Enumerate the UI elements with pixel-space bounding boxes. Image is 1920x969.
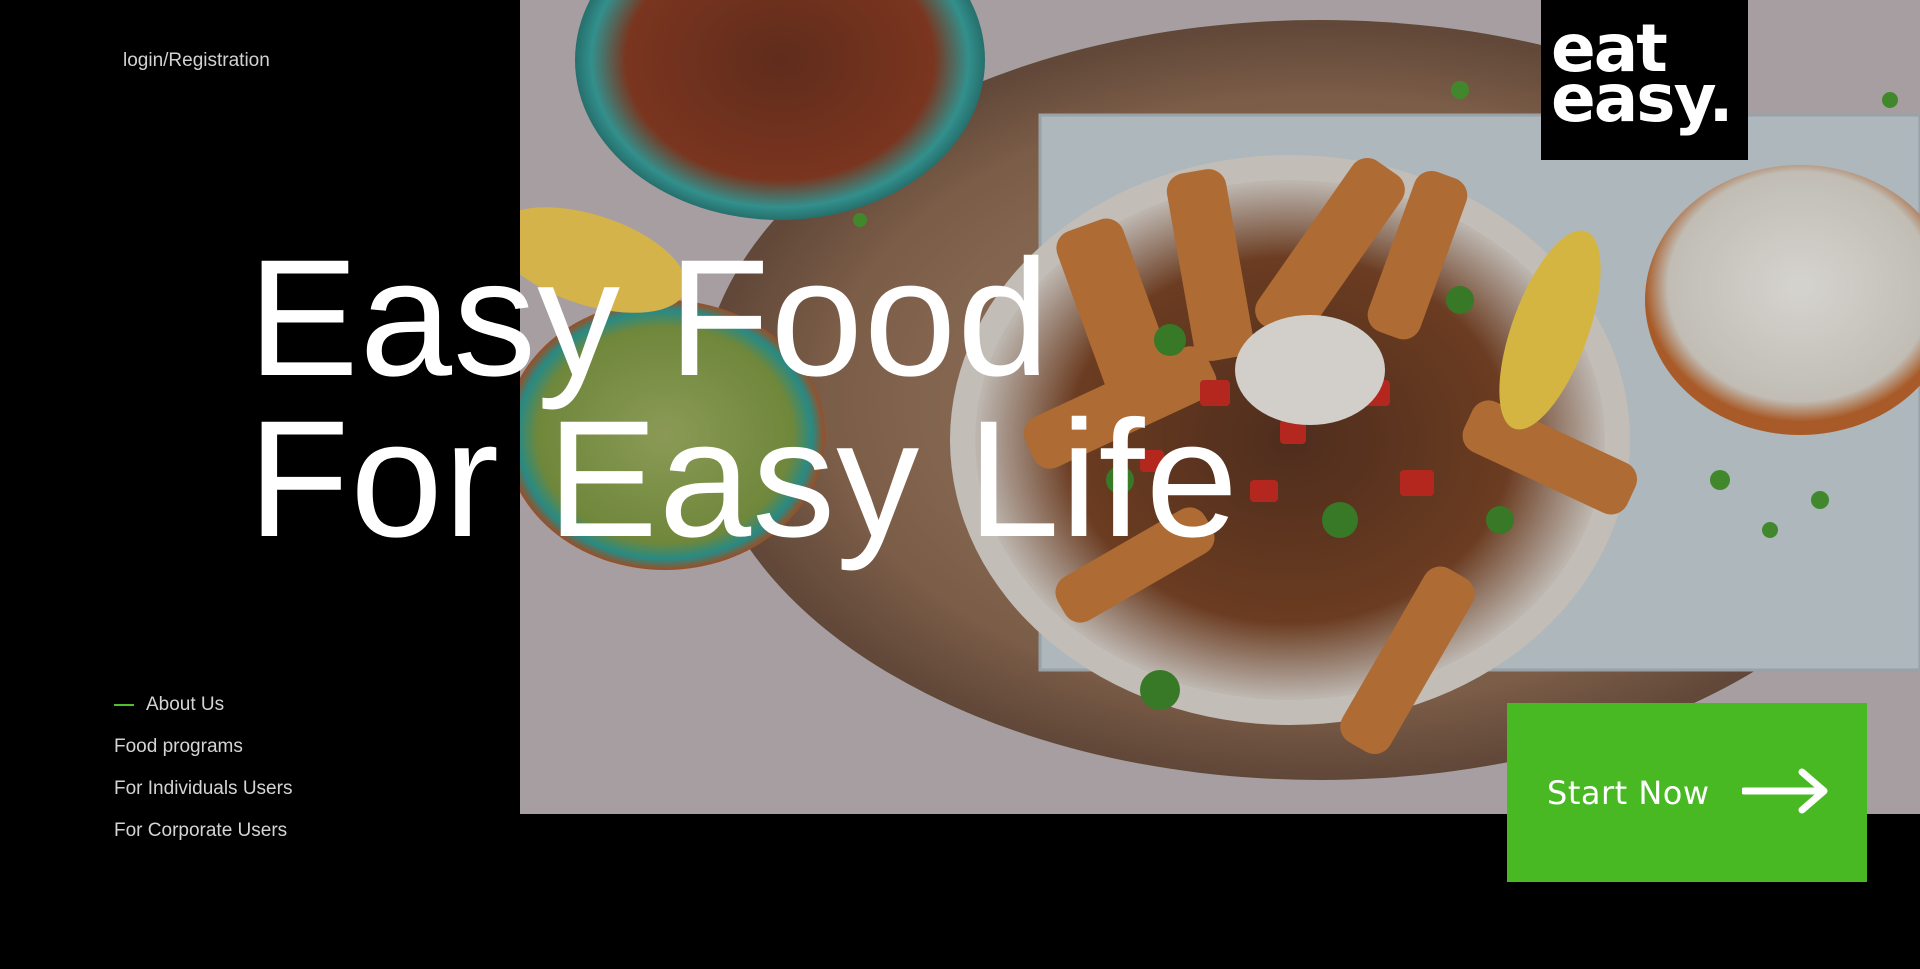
eat-easy-logo[interactable]: eat easy. [1541,0,1748,160]
nav-item-food-programs[interactable]: Food programs [114,726,292,768]
start-now-label: Start Now [1547,773,1710,812]
login-registration-link[interactable]: login/Registration [123,50,270,72]
nav-item-label: For Corporate Users [114,820,288,841]
nav-item-label: For Individuals Users [114,778,293,799]
hero-headline: Easy Food For Easy Life [248,226,1239,572]
logo-line-2: easy. [1551,60,1734,137]
arrow-right-icon [1740,768,1828,817]
hero-headline-line-1: Easy Food [248,226,1051,411]
nav-item-about-us[interactable]: About Us [114,684,292,726]
active-indicator [114,704,134,706]
nav-item-corporate-users[interactable]: For Corporate Users [114,810,292,852]
nav-item-label: About Us [146,694,225,715]
hero-headline-line-2: For Easy Life [248,387,1239,572]
side-nav: About Us Food programs For Individuals U… [114,684,292,852]
nav-item-label: Food programs [114,736,243,757]
nav-item-individual-users[interactable]: For Individuals Users [114,768,292,810]
start-now-button[interactable]: Start Now [1507,703,1867,882]
landing-page: login/Registration eat easy. Easy Food F… [0,0,1920,969]
